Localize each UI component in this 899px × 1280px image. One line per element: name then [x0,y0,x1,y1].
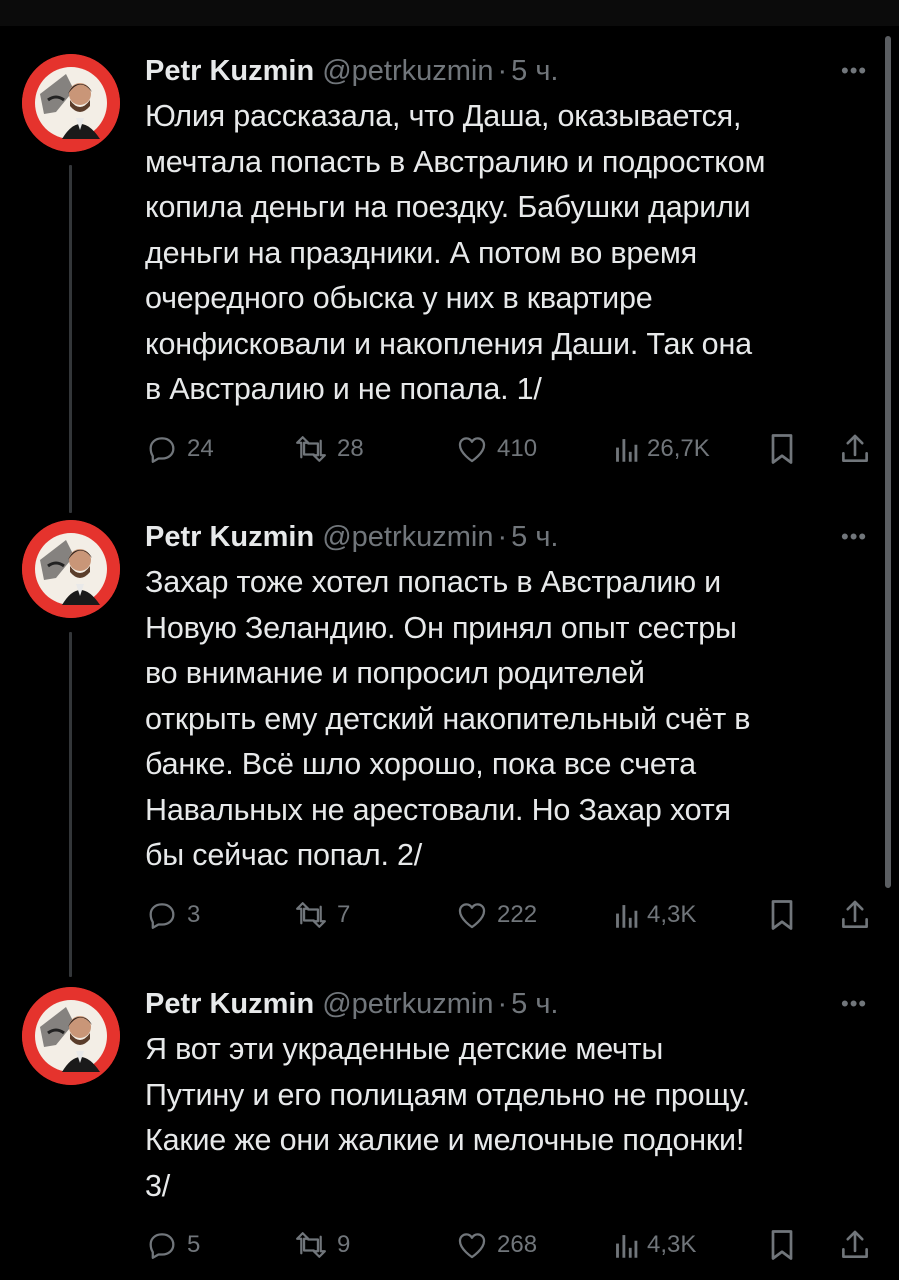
bookmark-icon [771,433,793,464]
retweet-icon [296,1232,326,1258]
author-name[interactable]: Petr Kuzmin [145,521,314,553]
more-options-icon[interactable]: ••• [841,520,867,554]
views-chart-icon [616,438,638,462]
views-button[interactable]: 26,7K [613,427,710,471]
tweet-text: Захар тоже хотел попасть в Австралию и Н… [145,565,751,872]
retweet-count: 9 [337,1231,351,1258]
reply-count: 24 [187,434,214,462]
avatar[interactable] [22,987,120,1085]
author-name[interactable]: Petr Kuzmin [145,55,314,87]
retweet-button[interactable]: 9 [293,1223,350,1267]
tweet-header: Petr Kuzmin @petrkuzmin · 5 ч. ••• [145,987,880,1021]
avatar-image [22,54,120,152]
action-bar: 5 9 268 4,3K [145,1223,880,1267]
author-handle[interactable]: @petrkuzmin [322,988,493,1020]
reply-icon [149,436,175,463]
bookmark-button[interactable] [767,1223,797,1267]
like-button[interactable]: 410 [455,427,537,471]
status-bar [0,0,899,26]
timestamp[interactable]: 5 ч. [511,55,558,87]
author-name[interactable]: Petr Kuzmin [145,988,314,1020]
share-icon [842,434,868,462]
views-chart-icon [616,904,638,928]
thread-connector-line [69,632,72,977]
avatar[interactable] [22,520,120,618]
reply-icon [149,1233,175,1259]
share-button[interactable] [839,427,871,471]
reply-button[interactable]: 24 [145,427,214,471]
header-separator: · [497,988,508,1020]
views-count: 4,3K [647,1231,697,1258]
share-button[interactable] [839,1223,871,1267]
timestamp[interactable]: 5 ч. [511,988,558,1020]
bookmark-button[interactable] [767,427,797,471]
share-icon [842,1230,868,1258]
author-handle[interactable]: @petrkuzmin [322,521,493,553]
reply-button[interactable]: 5 [145,1223,200,1267]
reply-count: 5 [187,1231,201,1258]
bookmark-button[interactable] [767,893,797,937]
views-button[interactable]: 4,3K [613,1223,696,1267]
more-options-icon[interactable]: ••• [841,987,867,1021]
thread-connector-line [69,165,72,513]
share-button[interactable] [839,893,871,937]
retweet-count: 28 [337,434,364,462]
retweet-icon [296,901,326,928]
like-count: 268 [497,1231,538,1258]
tweet-text: Юлия рассказала, что Даша, оказывается, … [145,99,766,406]
tweet-header: Petr Kuzmin @petrkuzmin · 5 ч. ••• [145,520,880,554]
avatar-image [22,520,120,618]
share-icon [842,900,868,928]
timestamp[interactable]: 5 ч. [511,521,558,553]
retweet-icon [296,435,326,462]
tweet-header: Petr Kuzmin @petrkuzmin · 5 ч. ••• [145,54,880,88]
like-count: 222 [497,900,538,928]
views-chart-icon [616,1235,638,1258]
bookmark-icon [771,899,793,930]
action-bar: 3 7 222 4,3K [145,893,880,937]
views-count: 26,7K [647,434,710,462]
like-button[interactable]: 268 [455,1223,537,1267]
bookmark-icon [771,1230,793,1260]
heart-icon [458,902,486,928]
avatar[interactable] [22,54,120,152]
action-bar: 24 28 410 26,7K [145,427,880,471]
like-count: 410 [497,434,538,462]
scrollbar[interactable] [885,36,891,888]
header-separator: · [497,521,508,553]
views-button[interactable]: 4,3K [613,893,696,937]
like-button[interactable]: 222 [455,893,537,937]
retweet-button[interactable]: 7 [293,893,350,937]
reply-button[interactable]: 3 [145,893,200,937]
views-count: 4,3K [647,900,697,928]
more-options-icon[interactable]: ••• [841,54,867,88]
retweet-button[interactable]: 28 [293,427,364,471]
author-handle[interactable]: @petrkuzmin [322,55,493,87]
reply-count: 3 [187,900,201,928]
avatar-image [22,987,120,1085]
tweet-text: Я вот эти украденные детские мечты Путин… [145,1032,750,1203]
heart-icon [458,1233,486,1259]
reply-icon [149,902,175,929]
retweet-count: 7 [337,900,351,928]
header-separator: · [497,55,508,87]
heart-icon [458,436,486,462]
